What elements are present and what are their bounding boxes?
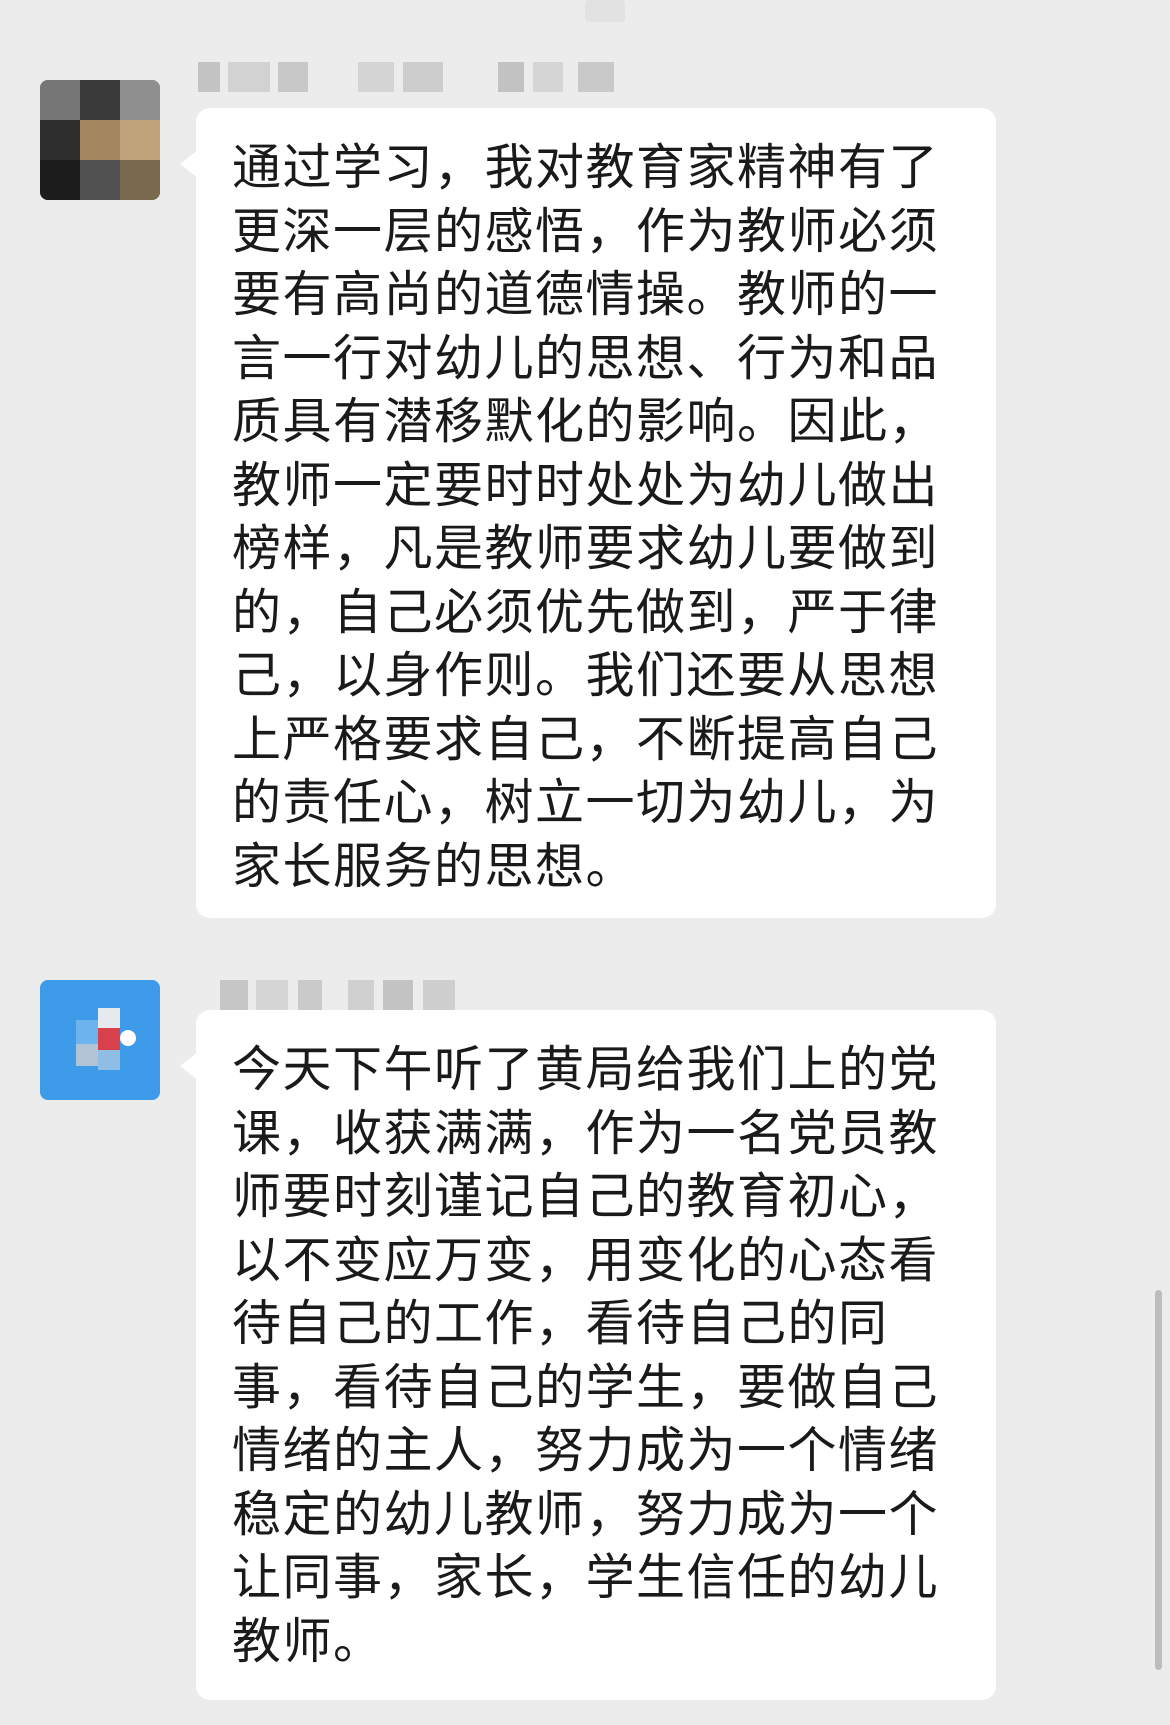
blurred-name-block (383, 980, 413, 1010)
avatar-pixel (98, 1028, 120, 1050)
avatar[interactable] (40, 80, 160, 200)
chat-message-list[interactable]: 通过学习，我对教育家精神有了更深一层的感悟，作为教师必须要有高尚的道德情操。教师… (0, 0, 1170, 1725)
avatar-pixel (98, 1050, 120, 1070)
blurred-name-block (278, 62, 308, 92)
blurred-name-block (198, 62, 220, 92)
avatar-pixel (76, 1020, 98, 1044)
message-text: 今天下午听了黄局给我们上的党课，收获满满，作为一名党员教师要时刻谨记自己的教育初… (232, 1041, 940, 1670)
avatar-pixel (40, 160, 80, 200)
blurred-name-block (423, 980, 455, 1010)
avatar-pixel (80, 80, 120, 120)
avatar-pixel (76, 1044, 98, 1066)
message-bubble[interactable]: 今天下午听了黄局给我们上的党课，收获满满，作为一名党员教师要时刻谨记自己的教育初… (180, 1010, 996, 1700)
message-bubble[interactable]: 通过学习，我对教育家精神有了更深一层的感悟，作为教师必须要有高尚的道德情操。教师… (180, 108, 996, 918)
blurred-timestamp (585, 0, 625, 22)
avatar[interactable] (40, 980, 160, 1100)
avatar-pixel (80, 120, 120, 160)
blurred-name-block (256, 980, 288, 1010)
blurred-name-block (533, 62, 563, 92)
avatar-pixel (120, 120, 160, 160)
avatar-pixel (98, 1008, 120, 1028)
avatar-pixel (40, 80, 80, 120)
blurred-name-block (228, 62, 270, 92)
avatar-pixel (80, 160, 120, 200)
avatar-pixel (120, 1030, 136, 1046)
blurred-name-block (348, 980, 374, 1010)
scrollbar[interactable] (1155, 1290, 1162, 1670)
avatar-pixel (40, 120, 80, 160)
message-text: 通过学习，我对教育家精神有了更深一层的感悟，作为教师必须要有高尚的道德情操。教师… (232, 139, 940, 895)
blurred-name-block (578, 62, 614, 92)
avatar-pixel (120, 80, 160, 120)
blurred-name-block (358, 62, 394, 92)
blurred-name-block (220, 980, 248, 1010)
blurred-name-block (403, 62, 443, 92)
avatar-pixel (120, 160, 160, 200)
blurred-name-block (298, 980, 322, 1010)
blurred-name-block (498, 62, 524, 92)
